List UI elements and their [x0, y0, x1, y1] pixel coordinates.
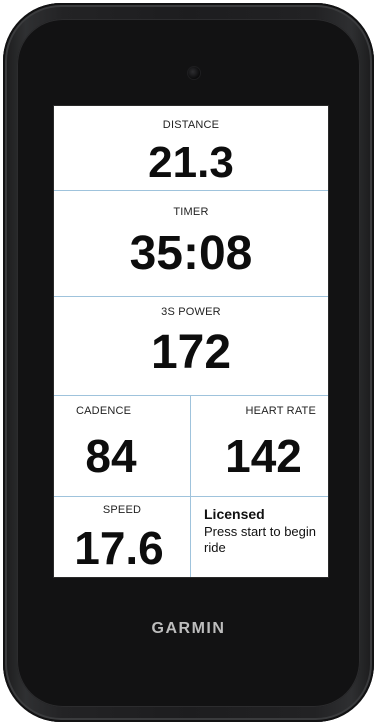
data-screen: DISTANCE 21.3 TIMER 35:08 3S POWER 172 C… — [53, 105, 329, 578]
distance-value: 21.3 — [148, 138, 234, 187]
heart-rate-value: 142 — [225, 430, 302, 482]
timer-label: TIMER — [173, 206, 209, 218]
power-value: 172 — [150, 326, 232, 379]
cadence-label: CADENCE — [76, 405, 132, 417]
cadence-field[interactable]: CADENCE 84 — [54, 396, 190, 496]
timer-field[interactable]: TIMER 35:08 — [54, 191, 328, 296]
power-label: 3S POWER — [161, 306, 221, 318]
garmin-logo: GARMIN — [151, 620, 226, 637]
heart-rate-label: HEART RATE — [245, 405, 316, 417]
camera-icon — [188, 67, 200, 79]
speed-value: 17.6 — [74, 522, 164, 574]
license-message: Press start to begin ride — [204, 524, 316, 555]
cadence-value: 84 — [85, 430, 137, 482]
timer-value: 35:08 — [129, 227, 253, 280]
power-field[interactable]: 3S POWER 172 — [54, 297, 328, 395]
distance-field[interactable]: DISTANCE 21.3 — [54, 106, 328, 190]
license-notice: Licensed Press start to begin ride — [204, 506, 326, 556]
heart-rate-field[interactable]: HEART RATE 142 — [191, 396, 328, 496]
distance-label: DISTANCE — [162, 119, 220, 131]
speed-field[interactable]: SPEED 17.6 — [54, 497, 190, 577]
speed-label: SPEED — [102, 504, 142, 516]
license-title: Licensed — [204, 506, 265, 522]
